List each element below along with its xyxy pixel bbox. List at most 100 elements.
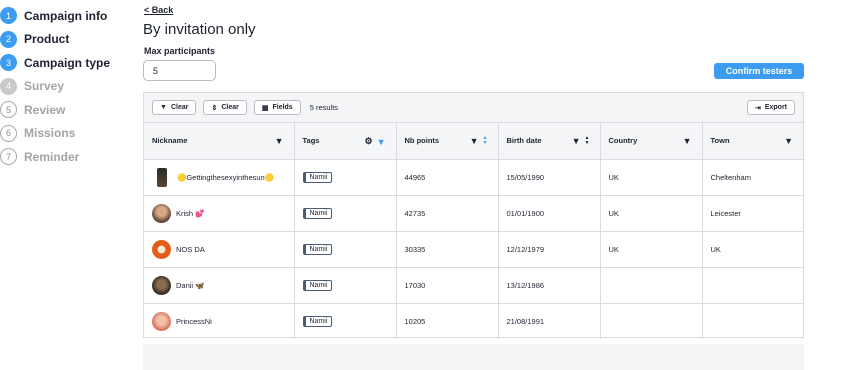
nickname: NOS DA (176, 244, 205, 254)
column-header-label: Country (608, 136, 638, 146)
avatar (152, 275, 171, 295)
step-label: Missions (24, 126, 76, 141)
birth-date: 21/08/1991 (498, 303, 601, 339)
clear-sort-button[interactable]: ⇕ Clear (203, 100, 247, 115)
table-row[interactable]: Krish 💕 Namii 42735 01/01/1900 UK Leices… (144, 195, 803, 232)
sort-icon: ⇕ (211, 104, 218, 112)
step-label: Product (24, 32, 70, 47)
birth-date: 15/05/1990 (498, 159, 601, 196)
clear-filters-button[interactable]: ▼ Clear (152, 100, 197, 115)
export-icon: ⇥ (754, 104, 761, 112)
step-number: 2 (0, 30, 17, 48)
confirm-testers-button[interactable]: Confirm testers (714, 63, 804, 79)
filter-icon[interactable]: ▼ (470, 136, 479, 146)
testers-table-panel: ▼ Clear ⇕ Clear ▦ Fields 5 results ⇥ Export … (143, 92, 804, 339)
country: UK (600, 159, 703, 196)
step-label: Review (24, 102, 66, 117)
table-row[interactable]: NOS DA Namii 30335 12/12/1979 UK UK (144, 231, 803, 268)
column-header-label: Nickname (152, 136, 188, 146)
step-number: 4 (0, 77, 17, 95)
testers-table: Nickname ▼ Tags ⚙ ▼ Nb points ▼ ▲ ▼ Birth date… (144, 123, 803, 339)
country: UK (600, 195, 703, 232)
column-header-label: Tags (302, 136, 320, 146)
step-review[interactable]: 5 Review (0, 98, 128, 122)
column-header-label: Town (710, 136, 730, 146)
nickname: PrincessNi (176, 316, 212, 326)
export-button[interactable]: ⇥ Export (746, 100, 795, 115)
nb-points: 10205 (396, 303, 499, 339)
country (600, 303, 703, 339)
filter-icon[interactable]: ▼ (784, 136, 793, 146)
nickname: Krish 💕 (176, 208, 205, 218)
sort-desc-icon[interactable]: ▲ ▼ (483, 136, 488, 146)
step-label: Campaign info (24, 8, 108, 23)
avatar (152, 203, 171, 223)
clear-sort-label: Clear (221, 104, 239, 111)
filter-icon: ▼ (160, 104, 167, 111)
filter-icon[interactable]: ▼ (683, 136, 692, 146)
town (702, 303, 803, 339)
avatar (157, 167, 167, 187)
town: Leicester (702, 195, 803, 232)
avatar (152, 239, 171, 259)
campaign-stepper: 1 Campaign info 2 Product 3 Campaign type 4… (0, 4, 128, 169)
step-campaign-type[interactable]: 3 Campaign type (0, 51, 128, 75)
tag-badge: Namii (302, 279, 333, 291)
birth-date: 12/12/1979 (498, 231, 601, 268)
clear-filters-label: Clear (170, 104, 189, 111)
fields-label: Fields (272, 104, 293, 111)
table-toolbar: ▼ Clear ⇕ Clear ▦ Fields 5 results ⇥ Export (144, 93, 803, 123)
page-title: By invitation only (143, 21, 256, 38)
nb-points: 30335 (396, 231, 499, 268)
step-number: 7 (0, 148, 17, 166)
column-header-label: Nb points (404, 136, 440, 146)
nb-points: 17030 (396, 267, 499, 304)
gear-icon[interactable]: ⚙ (365, 136, 373, 147)
step-label: Survey (24, 79, 65, 94)
country (600, 267, 703, 304)
step-number: 5 (0, 101, 17, 119)
tag-badge: Namii (302, 171, 333, 183)
step-survey[interactable]: 4 Survey (0, 75, 128, 99)
column-header-label: Birth date (506, 136, 542, 146)
step-label: Reminder (24, 149, 80, 164)
table-row[interactable]: Danii 🦋 Namii 17030 13/12/1986 (144, 267, 803, 304)
birth-date: 13/12/1986 (498, 267, 601, 304)
filter-icon[interactable]: ▼ (572, 136, 581, 146)
fields-button[interactable]: ▦ Fields (253, 100, 301, 115)
column-header-birth-date[interactable]: Birth date ▼ ▲ ▼ (498, 123, 601, 160)
max-participants-label: Max participants (144, 46, 216, 56)
back-link[interactable]: < Back (144, 5, 173, 15)
column-header-nb-points[interactable]: Nb points ▼ ▲ ▼ (396, 123, 499, 160)
filter-icon[interactable]: ▼ (377, 137, 386, 147)
tag-badge: Namii (302, 207, 333, 219)
town: Cheltenham (702, 159, 803, 196)
tag-badge: Namii (302, 243, 333, 255)
town: UK (702, 231, 803, 268)
birth-date: 01/01/1900 (498, 195, 601, 232)
column-header-nickname[interactable]: Nickname ▼ (144, 123, 295, 160)
tag-badge: Namii (302, 315, 333, 327)
columns-icon: ▦ (261, 104, 269, 112)
sort-icon[interactable]: ▲ ▼ (585, 136, 590, 146)
results-count: 5 results (309, 103, 339, 112)
column-header-town[interactable]: Town ▼ (702, 123, 803, 160)
table-row[interactable]: PrincessNi Namii 10205 21/08/1991 (144, 303, 803, 339)
step-missions[interactable]: 6 Missions (0, 122, 128, 146)
export-label: Export (764, 104, 787, 111)
filter-icon[interactable]: ▼ (275, 136, 284, 146)
max-participants-input[interactable]: 5 (143, 60, 216, 81)
country: UK (600, 231, 703, 268)
step-reminder[interactable]: 7 Reminder (0, 145, 128, 169)
table-row[interactable]: 🟡Gettingthesexyinthesun🟡 Namii 44965 15/… (144, 159, 803, 196)
footer-band (143, 344, 804, 370)
nb-points: 42735 (396, 195, 499, 232)
step-number: 6 (0, 124, 17, 142)
step-label: Campaign type (24, 55, 111, 70)
step-product[interactable]: 2 Product (0, 28, 128, 52)
column-header-tags[interactable]: Tags ⚙ ▼ (294, 123, 397, 160)
column-header-country[interactable]: Country ▼ (600, 123, 703, 160)
nickname: 🟡Gettingthesexyinthesun🟡 (177, 172, 275, 182)
nb-points: 44965 (396, 159, 499, 196)
step-campaign-info[interactable]: 1 Campaign info (0, 4, 128, 28)
